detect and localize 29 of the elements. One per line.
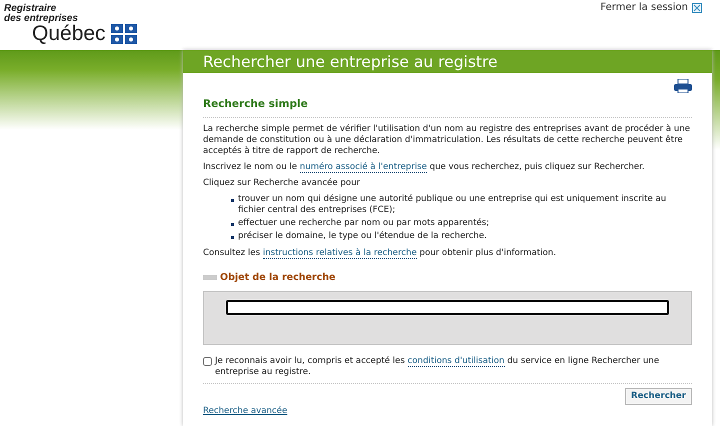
- page-title: Rechercher une entreprise au registre: [183, 50, 712, 73]
- advanced-search-link[interactable]: Recherche avancée: [203, 406, 288, 416]
- logo-text: des entreprises: [4, 14, 79, 24]
- search-button[interactable]: Rechercher: [624, 388, 692, 405]
- logo-text: Québec: [32, 24, 106, 44]
- close-icon[interactable]: [692, 2, 702, 12]
- flag-icon: [110, 24, 137, 44]
- bullet-icon: [231, 198, 234, 202]
- instruction-text: Inscrivez le nom ou le numéro associé à l'entreprise que vous recherchez, puis cliquez sur Rechercher.: [203, 162, 646, 173]
- list-item-text: trouver un nom qui désigne une autorité publique ou une entreprise qui est uniquement inscrite au fichier central des entreprises (FCE);: [238, 194, 668, 216]
- text-link[interactable]: conditions d'utilisation: [408, 356, 504, 367]
- text-link[interactable]: instructions relatives à la recherche: [262, 248, 417, 259]
- logout-link[interactable]: Fermer la session: [600, 0, 688, 15]
- text-link[interactable]: numéro associé à l'entreprise: [300, 162, 427, 173]
- printer-icon[interactable]: [674, 79, 692, 93]
- section-title: Objet de la recherche: [220, 270, 336, 285]
- logo-text: Registraire: [4, 4, 56, 14]
- search-field[interactable]: [226, 300, 669, 315]
- consult-text: Consultez les instructions relatives à la recherche pour obtenir plus d'information.: [203, 248, 558, 259]
- section-title: Recherche simple: [203, 97, 692, 118]
- terms-text: Je reconnais avoir lu, compris et accepté les conditions d'utilisation du service en ligne Rechercher une entreprise au registre.: [215, 356, 660, 378]
- section-marker: [203, 275, 217, 280]
- list-item-text: effectuer une recherche par nom ou par mots apparentés;: [238, 218, 490, 229]
- bullet-icon: [231, 236, 234, 239]
- advanced-intro-text: Cliquez sur Recherche avancée pour: [203, 178, 362, 189]
- list-item-text: préciser le domaine, le type ou l'étendue de la recherche.: [238, 230, 487, 242]
- terms-checkbox[interactable]: [203, 357, 212, 366]
- bullet-icon: [231, 222, 234, 226]
- intro-paragraph: La recherche simple permet de vérifier l'utilisation d'un nom au registre des entreprises avant de procéder à une demande de constitution ou à une déclaration d'immatriculation. Les résultats de cette recherche peuvent être acceptés à titre de rapport de recherche.: [203, 124, 692, 157]
